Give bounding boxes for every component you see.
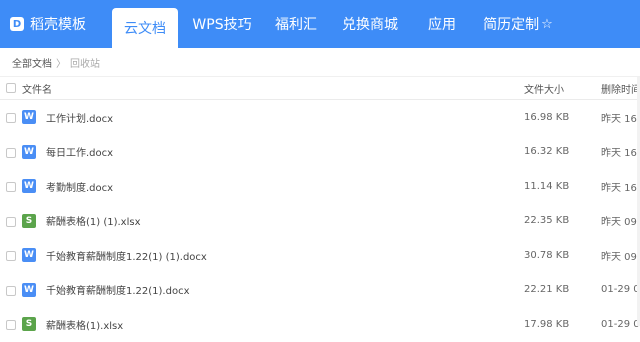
file-list: W 工作计划.docx 16.98 KB 昨天 16:5 W 每日工作.docx… <box>0 100 640 342</box>
file-name[interactable]: 考勤制度.docx <box>46 179 113 194</box>
file-name[interactable]: 工作计划.docx <box>46 110 113 125</box>
spreadsheet-icon: S <box>22 317 36 332</box>
select-all-checkbox[interactable] <box>6 83 16 93</box>
delete-time: 01-29 01 <box>601 284 640 296</box>
nav-item-label: 应用 <box>428 17 456 33</box>
row-checkbox[interactable] <box>6 320 16 330</box>
row-checkbox[interactable] <box>6 285 16 296</box>
tab-wps-tips[interactable]: WPS技巧 <box>178 0 266 48</box>
table-header: 文件名 文件大小 删除时间 <box>0 77 640 100</box>
file-size: 22.21 KB <box>524 284 570 296</box>
row-checkbox[interactable] <box>6 216 16 227</box>
chevron-right-icon: 〉 <box>56 58 66 70</box>
delete-time: 昨天 09:2 <box>601 217 640 229</box>
file-size: 22.35 KB <box>524 215 570 227</box>
nav-item-label: 简历定制 <box>483 17 540 33</box>
tab-cloud-docs[interactable]: 云文档 <box>112 8 178 48</box>
table-row[interactable]: W 千始教育薪酬制度1.22(1) (1).docx 30.78 KB 昨天 0… <box>0 238 640 273</box>
delete-time: 昨天 16:5 <box>601 148 640 160</box>
nav-item-docer-templates[interactable]: D 稻壳模板 <box>0 0 112 48</box>
delete-time: 昨天 16:5 <box>601 182 640 194</box>
file-name[interactable]: 每日工作.docx <box>46 144 113 159</box>
nav-item-label: 福利汇 <box>275 17 317 33</box>
word-doc-icon: W <box>22 179 36 194</box>
file-size: 11.14 KB <box>524 180 570 192</box>
nav-item-label: 兑换商城 <box>342 17 398 33</box>
column-header-name[interactable]: 文件名 <box>22 81 52 96</box>
file-size: 17.98 KB <box>524 318 570 330</box>
row-checkbox[interactable] <box>6 251 16 261</box>
row-checkbox[interactable] <box>6 147 16 158</box>
table-row[interactable]: S 薪酬表格(1) (1).xlsx 22.35 KB 昨天 09:2 <box>0 204 640 239</box>
nav-item-label: 云文档 <box>124 21 166 37</box>
tab-resume-custom[interactable]: 简历定制 ☆ <box>470 0 566 48</box>
breadcrumb-recycle-bin: 回收站 <box>70 58 100 70</box>
delete-time: 昨天 16:5 <box>601 113 640 125</box>
word-doc-icon: W <box>22 248 36 263</box>
word-doc-icon: W <box>22 110 36 125</box>
file-size: 16.32 KB <box>524 146 570 158</box>
table-row[interactable]: W 工作计划.docx 16.98 KB 昨天 16:5 <box>0 100 640 135</box>
top-navigation-bar: D 稻壳模板 云文档 WPS技巧 福利汇 兑换商城 应用 简历定制 ☆ <box>0 0 640 48</box>
table-row[interactable]: W 千始教育薪酬制度1.22(1).docx 22.21 KB 01-29 01 <box>0 273 640 308</box>
table-row[interactable]: S 薪酬表格(1).xlsx 17.98 KB 01-29 01 <box>0 307 640 342</box>
row-checkbox[interactable] <box>6 182 16 192</box>
table-row[interactable]: W 考勤制度.docx 11.14 KB 昨天 16:5 <box>0 169 640 204</box>
word-doc-icon: W <box>22 282 36 297</box>
star-icon: ☆ <box>541 16 553 32</box>
nav-item-label: WPS技巧 <box>192 17 252 33</box>
tab-apps[interactable]: 应用 <box>414 0 470 48</box>
row-checkbox[interactable] <box>6 113 16 123</box>
column-header-size[interactable]: 文件大小 <box>524 81 564 96</box>
spreadsheet-icon: S <box>22 213 36 228</box>
docer-logo-icon: D <box>10 17 24 31</box>
table-row[interactable]: W 每日工作.docx 16.32 KB 昨天 16:5 <box>0 135 640 170</box>
delete-time: 01-29 01 <box>601 318 640 330</box>
file-size: 16.98 KB <box>524 111 570 123</box>
file-name[interactable]: 薪酬表格(1) (1).xlsx <box>46 213 141 228</box>
file-name[interactable]: 千始教育薪酬制度1.22(1) (1).docx <box>46 248 207 263</box>
file-size: 30.78 KB <box>524 249 570 261</box>
file-name[interactable]: 千始教育薪酬制度1.22(1).docx <box>46 282 190 297</box>
word-doc-icon: W <box>22 144 36 159</box>
breadcrumb-all-docs[interactable]: 全部文档 <box>12 55 52 70</box>
file-name[interactable]: 薪酬表格(1).xlsx <box>46 317 123 332</box>
column-header-delete-time[interactable]: 删除时间 <box>601 81 640 96</box>
tab-exchange-mall[interactable]: 兑换商城 <box>326 0 414 48</box>
delete-time: 昨天 09:2 <box>601 251 640 263</box>
tab-benefits[interactable]: 福利汇 <box>266 0 326 48</box>
nav-item-label: 稻壳模板 <box>30 17 86 33</box>
breadcrumb: 全部文档 〉 回收站 <box>0 48 640 77</box>
